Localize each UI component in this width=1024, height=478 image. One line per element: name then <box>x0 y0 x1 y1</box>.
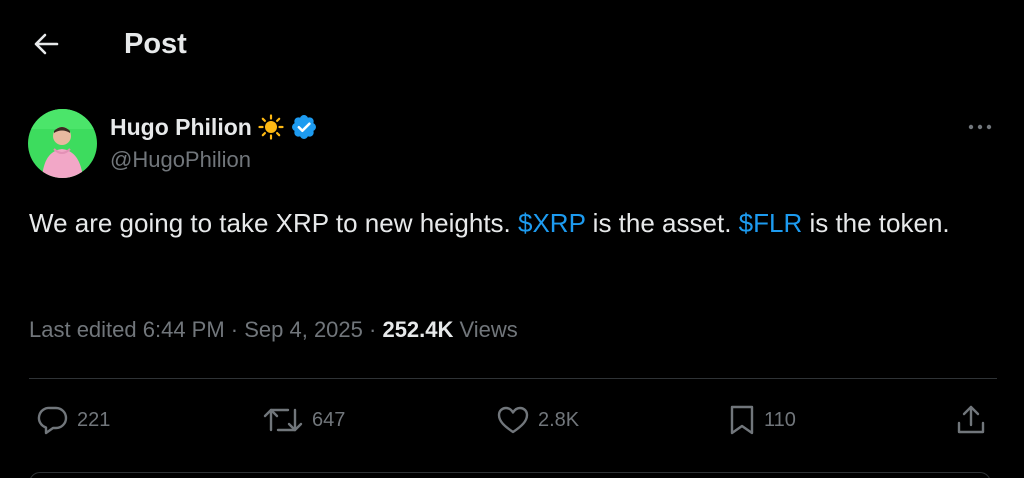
author-handle[interactable]: @HugoPhilion <box>110 147 251 173</box>
share-icon <box>957 405 985 434</box>
back-button[interactable] <box>26 24 66 64</box>
edited-timestamp[interactable]: Last edited 6:44 PM · Sep 4, 2025 · <box>29 317 382 342</box>
like-count: 2.8K <box>538 408 580 431</box>
verified-badge-icon[interactable] <box>290 113 318 141</box>
avatar[interactable] <box>28 109 97 178</box>
repost-icon <box>263 408 303 432</box>
bookmark-count: 110 <box>764 408 796 431</box>
cashtag-xrp[interactable]: $XRP <box>518 208 585 238</box>
bookmark-icon <box>730 405 754 435</box>
repost-button[interactable]: 647 <box>262 400 345 440</box>
sun-emoji-icon <box>258 114 284 140</box>
share-button[interactable] <box>954 400 988 440</box>
page-title: Post <box>124 28 187 60</box>
header: Post <box>0 0 1024 88</box>
cashtag-flr[interactable]: $FLR <box>739 208 803 238</box>
more-options-button[interactable] <box>960 112 1000 142</box>
avatar-image <box>28 109 97 178</box>
like-button[interactable]: 2.8K <box>496 400 579 440</box>
arrow-left-icon <box>34 33 59 55</box>
author-name-row: Hugo Philion <box>110 112 318 142</box>
post-page: Post Hugo Philion @HugoPhilion We are go… <box>0 0 1024 478</box>
reply-composer[interactable] <box>29 472 991 478</box>
reply-icon <box>37 406 68 435</box>
tweet-text-part: is the token. <box>802 208 950 238</box>
repost-count: 647 <box>312 408 346 431</box>
divider <box>29 378 997 379</box>
tweet-text-part: We are going to take XRP to new heights. <box>29 208 518 238</box>
more-horizontal-icon <box>968 124 992 130</box>
views-count: 252.4K <box>382 317 454 342</box>
heart-icon <box>497 406 529 434</box>
tweet-text-part: is the asset. <box>585 208 739 238</box>
tweet-text: We are going to take XRP to new heights.… <box>29 203 999 243</box>
author-name[interactable]: Hugo Philion <box>110 114 252 141</box>
reply-count: 221 <box>77 408 111 431</box>
views-label: Views <box>453 317 518 342</box>
post-meta: Last edited 6:44 PM · Sep 4, 2025 · 252.… <box>29 313 518 347</box>
bookmark-button[interactable]: 110 <box>728 400 796 440</box>
reply-button[interactable]: 221 <box>37 400 110 440</box>
